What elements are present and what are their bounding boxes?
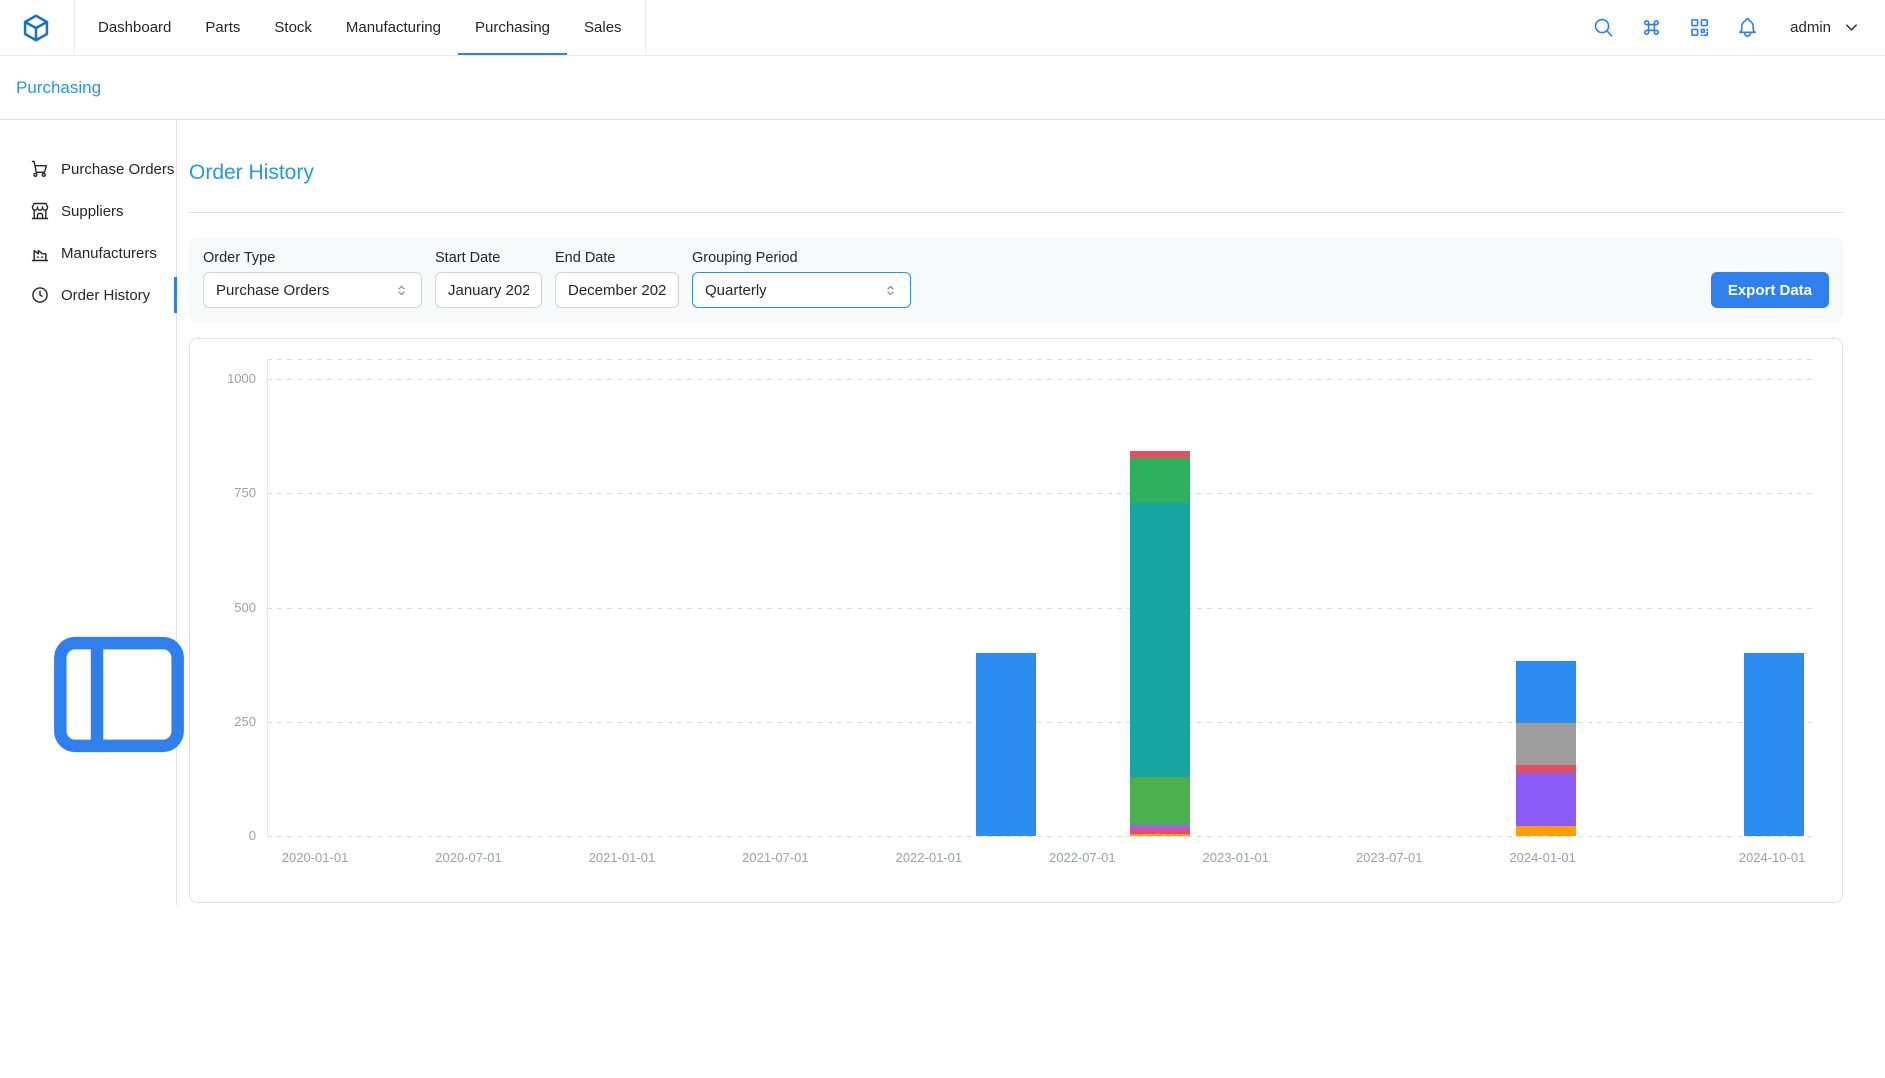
bell-icon[interactable] xyxy=(1736,16,1759,39)
selector-chevrons-icon xyxy=(394,283,409,298)
stacked-bar xyxy=(1744,653,1804,836)
tab-dashboard[interactable]: Dashboard xyxy=(81,0,188,55)
export-data-button[interactable]: Export Data xyxy=(1711,272,1829,308)
x-axis-label: 2023-01-01 xyxy=(1181,850,1291,865)
bar-segment xyxy=(1516,723,1576,765)
collapse-sidebar-icon[interactable] xyxy=(31,1060,207,1077)
x-axis-label: 2022-01-01 xyxy=(874,850,984,865)
start-date-input[interactable] xyxy=(435,272,542,308)
app-logo-icon[interactable] xyxy=(20,12,52,44)
order-type-select[interactable]: Purchase Orders xyxy=(203,272,422,308)
store-icon xyxy=(30,201,50,221)
bar-segment xyxy=(1130,777,1190,825)
page-title: Order History xyxy=(189,160,1843,186)
sidebar-item-label: Suppliers xyxy=(61,203,124,220)
user-menu[interactable]: admin xyxy=(1790,18,1861,37)
bar-segment xyxy=(1516,765,1576,773)
x-axis-label: 2021-01-01 xyxy=(567,850,677,865)
history-icon xyxy=(30,285,50,305)
grouping-period-label: Grouping Period xyxy=(692,250,911,266)
y-axis-label: 750 xyxy=(190,485,256,500)
start-date-label: Start Date xyxy=(435,250,542,266)
filter-panel: Order Type Purchase Orders Start Date En… xyxy=(189,237,1843,322)
gridline xyxy=(267,493,1817,494)
x-axis-label: 2020-07-01 xyxy=(414,850,524,865)
end-date-label: End Date xyxy=(555,250,679,266)
bar-segment xyxy=(1130,451,1190,458)
y-axis-label: 0 xyxy=(190,828,256,843)
stacked-bar xyxy=(1516,661,1576,836)
x-axis-label: 2021-07-01 xyxy=(720,850,830,865)
sidebar-item-order-history[interactable]: Order History xyxy=(0,274,176,316)
top-navbar: DashboardPartsStockManufacturingPurchasi… xyxy=(0,0,1885,56)
stacked-bar xyxy=(976,653,1036,836)
sidebar-item-label: Purchase Orders xyxy=(61,161,174,178)
tab-manufacturing[interactable]: Manufacturing xyxy=(329,0,458,55)
tab-parts[interactable]: Parts xyxy=(188,0,257,55)
bar-segment xyxy=(1516,826,1576,836)
sidebar-item-suppliers[interactable]: Suppliers xyxy=(0,190,176,232)
title-divider xyxy=(189,212,1843,213)
gridline xyxy=(267,722,1817,723)
content-layout: Purchase Orders Suppliers Manufacturers Ord… xyxy=(0,120,1885,905)
x-axis-label: 2020-01-01 xyxy=(260,850,370,865)
y-axis-label: 250 xyxy=(190,714,256,729)
grouping-period-field: Grouping Period Quarterly xyxy=(692,250,911,308)
x-axis-label: 2022-07-01 xyxy=(1027,850,1137,865)
end-date-field: End Date xyxy=(555,250,679,308)
y-axis-label: 1000 xyxy=(190,371,256,386)
cart-icon xyxy=(30,159,50,179)
x-axis-label: 2024-10-01 xyxy=(1717,850,1827,865)
chart-plot xyxy=(267,379,1817,836)
navbar-icons-slot xyxy=(1592,16,1759,39)
user-name: admin xyxy=(1790,19,1831,36)
gridline xyxy=(267,836,1817,837)
end-date-input[interactable] xyxy=(555,272,679,308)
tab-stock[interactable]: Stock xyxy=(257,0,329,55)
main-panel: Order History Order Type Purchase Orders… xyxy=(177,120,1885,905)
bar-segment xyxy=(1516,773,1576,826)
bar-segment xyxy=(1130,458,1190,504)
order-type-value: Purchase Orders xyxy=(216,282,329,299)
start-date-field: Start Date xyxy=(435,250,542,308)
grouping-period-value: Quarterly xyxy=(705,282,767,299)
sidebar: Purchase Orders Suppliers Manufacturers Ord… xyxy=(0,120,177,905)
sidebar-item-label: Manufacturers xyxy=(61,245,157,262)
selector-chevrons-icon xyxy=(883,283,898,298)
stacked-bar xyxy=(1130,451,1190,836)
bar-segment xyxy=(1130,834,1190,836)
tab-purchasing[interactable]: Purchasing xyxy=(458,0,567,55)
bar-segment xyxy=(1130,503,1190,777)
bar-segment xyxy=(976,653,1036,836)
order-type-field: Order Type Purchase Orders xyxy=(203,250,422,308)
sidebar-item-manufacturers[interactable]: Manufacturers xyxy=(0,232,176,274)
breadcrumb-link-purchasing[interactable]: Purchasing xyxy=(16,78,101,98)
x-axis-label: 2023-07-01 xyxy=(1334,850,1444,865)
chevron-down-icon xyxy=(1842,18,1861,37)
navbar-actions: admin xyxy=(1592,16,1861,39)
bar-segment xyxy=(1516,661,1576,723)
chart-top-border xyxy=(267,359,1817,360)
qr-grid-icon[interactable] xyxy=(1688,16,1711,39)
grouping-period-select[interactable]: Quarterly xyxy=(692,272,911,308)
tab-sales[interactable]: Sales xyxy=(567,0,639,55)
sidebar-items: Purchase Orders Suppliers Manufacturers Ord… xyxy=(0,148,176,316)
sidebar-item-purchase-orders[interactable]: Purchase Orders xyxy=(0,148,176,190)
nav-tabs: DashboardPartsStockManufacturingPurchasi… xyxy=(74,0,646,55)
sidebar-item-label: Order History xyxy=(61,287,150,304)
x-axis-label: 2024-01-01 xyxy=(1488,850,1598,865)
gridline xyxy=(267,379,1817,380)
breadcrumb: Purchasing xyxy=(0,56,1885,120)
y-axis-label: 500 xyxy=(190,600,256,615)
factory-icon xyxy=(30,243,50,263)
search-icon[interactable] xyxy=(1592,16,1615,39)
gridline xyxy=(267,608,1817,609)
bar-segment xyxy=(1744,653,1804,836)
command-icon[interactable] xyxy=(1640,16,1663,39)
order-type-label: Order Type xyxy=(203,250,422,266)
chart-card: 0 250 500 750 1000 2020-01-01 2020-07-01 2021-0… xyxy=(189,338,1843,903)
